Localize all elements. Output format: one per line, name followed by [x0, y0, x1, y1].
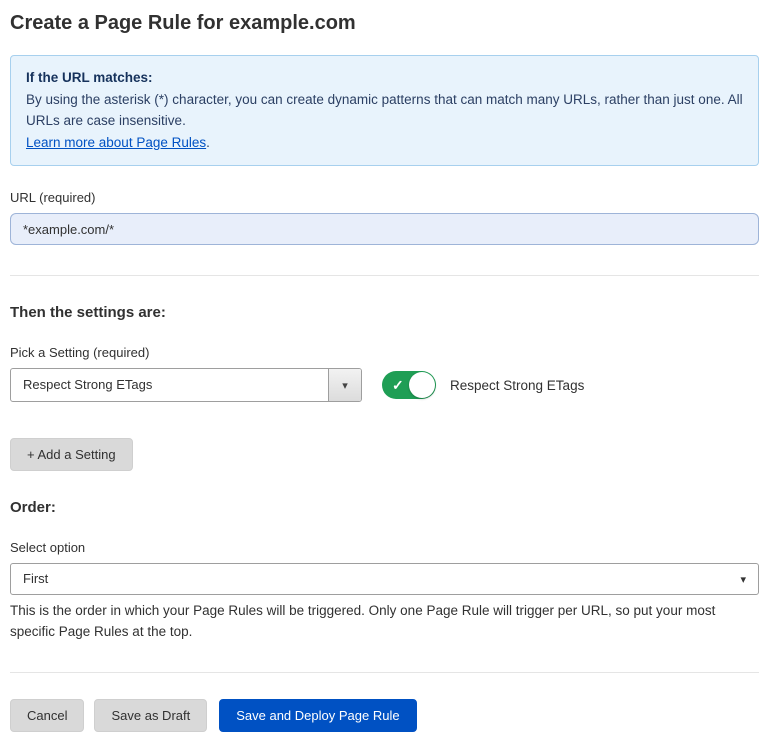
divider-top [10, 275, 759, 276]
url-label: URL (required) [10, 190, 759, 205]
action-bar: Cancel Save as Draft Save and Deploy Pag… [10, 699, 759, 732]
setting-select-value: Respect Strong ETags [11, 369, 164, 401]
divider-bottom [10, 672, 759, 673]
chevron-down-icon[interactable]: ▾ [328, 369, 361, 401]
save-draft-button[interactable]: Save as Draft [94, 699, 207, 732]
chevron-down-icon: ▾ [740, 573, 746, 586]
save-deploy-button[interactable]: Save and Deploy Page Rule [219, 699, 416, 732]
add-setting-button[interactable]: + Add a Setting [10, 438, 133, 471]
order-help-text: This is the order in which your Page Rul… [10, 601, 759, 642]
pick-setting-label: Pick a Setting (required) [10, 345, 759, 360]
setting-row: Respect Strong ETags ▾ ✓ Respect Strong … [10, 368, 759, 402]
setting-toggle-label: Respect Strong ETags [450, 378, 584, 393]
cancel-button[interactable]: Cancel [10, 699, 84, 732]
link-suffix: . [206, 135, 210, 150]
info-box-body: By using the asterisk (*) character, you… [26, 89, 743, 132]
learn-more-link[interactable]: Learn more about Page Rules [26, 135, 206, 150]
info-box-heading: If the URL matches: [26, 67, 743, 89]
info-link-line: Learn more about Page Rules. [26, 132, 743, 154]
order-label: Select option [10, 540, 759, 555]
setting-toggle[interactable]: ✓ [382, 371, 436, 399]
order-heading: Order: [10, 499, 759, 516]
order-select[interactable]: First ▾ [10, 563, 759, 595]
toggle-knob [409, 372, 435, 398]
settings-heading: Then the settings are: [10, 304, 759, 321]
url-input[interactable] [10, 213, 759, 245]
page-title: Create a Page Rule for example.com [10, 12, 759, 35]
info-box: If the URL matches: By using the asteris… [10, 55, 759, 166]
order-select-value: First [23, 564, 48, 594]
check-icon: ✓ [392, 375, 404, 395]
setting-select[interactable]: Respect Strong ETags ▾ [10, 368, 362, 402]
page-rule-form: Create a Page Rule for example.com If th… [0, 0, 769, 742]
